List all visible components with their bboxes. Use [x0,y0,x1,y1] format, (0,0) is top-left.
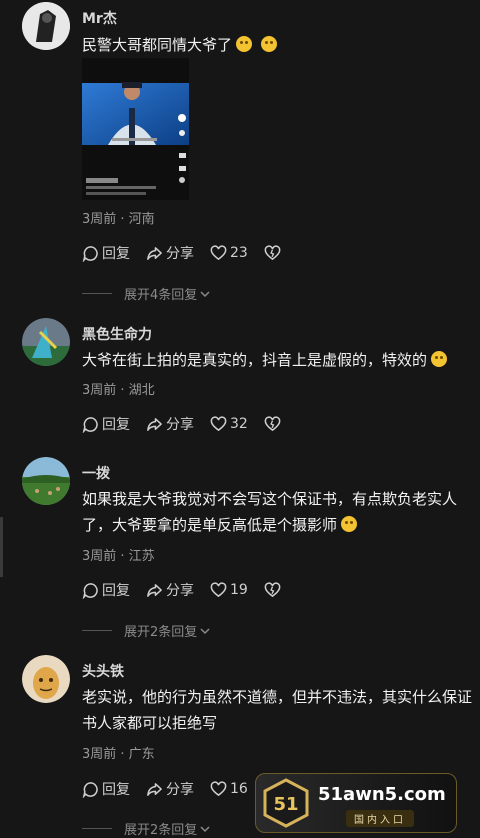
like-count: 23 [230,245,248,261]
share-icon [147,417,162,431]
reply-label: 回复 [102,782,130,798]
reply-icon [82,781,98,798]
scroll-indicator [0,517,3,577]
comment-meta: 3周前 · 河南 [82,212,155,227]
avatar[interactable] [22,655,70,703]
share-icon [147,583,162,597]
reply-label: 回复 [102,246,130,262]
avatar[interactable] [22,318,70,366]
chevron-down-icon [200,825,210,832]
broken-heart-icon [264,244,281,260]
crying-emoji [260,36,277,52]
watermark-subtitle: 国内入口 [346,810,414,827]
comment-meta: 3周前 · 广东 [82,747,155,762]
divider [82,828,112,829]
share-label: 分享 [166,417,194,433]
comment-actions: 回复 分享 23 [82,242,297,264]
hexagon-logo-icon: 51 [263,778,309,828]
reply-button[interactable]: 回复 [82,414,130,434]
expand-replies-label: 展开2条回复 [124,625,198,640]
divider [82,293,112,294]
username[interactable]: 黑色生命力 [82,324,152,344]
heart-icon [210,581,227,597]
avatar[interactable] [22,2,70,50]
expand-replies-label: 展开4条回复 [124,288,198,303]
share-button[interactable]: 分享 [146,779,194,799]
reply-label: 回复 [102,417,130,433]
username[interactable]: 一拨 [82,463,110,483]
chevron-down-icon [200,627,210,634]
share-icon [147,246,162,260]
dislike-button[interactable] [264,581,281,599]
like-button[interactable]: 32 [210,415,248,433]
broken-heart-icon [264,581,281,597]
reply-label: 回复 [102,583,130,599]
sleepy-emoji [341,516,358,532]
divider [82,630,112,631]
username[interactable]: Mr杰 [82,8,117,28]
share-icon [147,782,162,796]
like-count: 32 [230,416,248,432]
reply-button[interactable]: 回复 [82,243,130,263]
comment-meta: 3周前 · 江苏 [82,549,155,564]
heart-icon [210,415,227,431]
share-label: 分享 [166,583,194,599]
like-button[interactable]: 23 [210,244,248,262]
comment-text: 如果我是大爷我觉对不会写这个保证书，有点欺负老实人了，大爷要拿的是单反高低是个摄… [82,490,458,534]
comment-actions: 回复 分享 32 [82,413,297,435]
laughing-crying-emoji [431,351,448,367]
dislike-button[interactable] [264,415,281,433]
attached-video-thumbnail[interactable] [82,58,189,200]
expand-replies[interactable]: 展开4条回复 [82,284,211,303]
chevron-down-icon [200,290,210,297]
dislike-button[interactable] [264,244,281,262]
username[interactable]: 头头铁 [82,661,124,681]
heart-icon [210,780,227,796]
logo-number: 51 [273,794,298,815]
expand-replies-label: 展开2条回复 [124,823,198,838]
heart-icon [210,244,227,260]
share-button[interactable]: 分享 [146,580,194,600]
reply-icon [82,416,98,433]
expand-replies[interactable]: 展开2条回复 [82,819,211,838]
reply-icon [82,582,98,599]
share-label: 分享 [166,246,194,262]
comment-actions: 回复 分享 19 [82,579,297,601]
expand-replies[interactable]: 展开2条回复 [82,621,211,640]
like-button[interactable]: 16 [210,780,248,798]
broken-heart-icon [264,415,281,431]
comment-text: 大爷在街上拍的是真实的，抖音上是虚假的，特效的 [82,347,474,373]
like-count: 19 [230,582,248,598]
comment-actions: 回复 分享 16 [82,778,264,800]
like-count: 16 [230,781,248,797]
share-button[interactable]: 分享 [146,414,194,434]
reply-button[interactable]: 回复 [82,580,130,600]
reply-icon [82,245,98,262]
share-button[interactable]: 分享 [146,243,194,263]
comment-text: 民警大哥都同情大爷了 [82,32,474,58]
watermark-domain: 51awn5.com [318,784,446,805]
watermark-badge: 51 51awn5.com 国内入口 [255,773,457,833]
like-button[interactable]: 19 [210,581,248,599]
grin-sweat-emoji [236,36,253,52]
avatar[interactable] [22,457,70,505]
share-label: 分享 [166,782,194,798]
comment-meta: 3周前 · 湖北 [82,383,155,398]
reply-button[interactable]: 回复 [82,779,130,799]
comment-text: 老实说，他的行为虽然不道德，但并不违法，其实什么保证书人家都可以拒绝写 [82,688,473,732]
